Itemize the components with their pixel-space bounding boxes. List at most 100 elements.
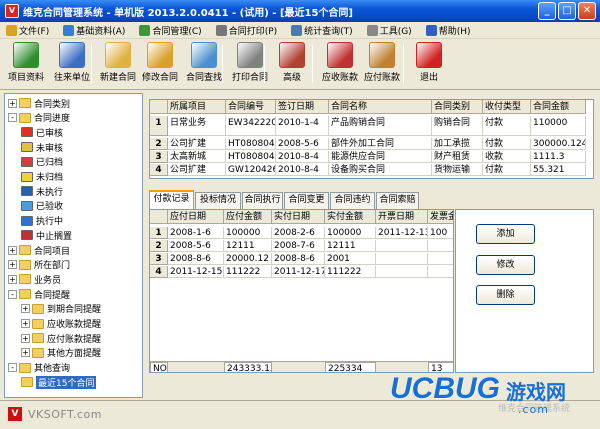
grid-cell[interactable]: 12111 (325, 240, 376, 252)
grid-cell[interactable]: 2008-8-6 (168, 253, 224, 265)
tab-2[interactable]: 合同执行 (242, 192, 283, 209)
grid-cell[interactable]: 2008-8-6 (272, 253, 325, 265)
tree-node[interactable]: + 合同类别 (8, 97, 70, 110)
tree-node[interactable]: + 其他方面提醒 (21, 347, 101, 359)
close-button[interactable]: ✕ (578, 2, 596, 20)
column-header[interactable]: 应付金额 (224, 210, 272, 224)
grid-cell[interactable]: 110000 (531, 116, 586, 136)
grid-cell[interactable]: 111222 (224, 266, 272, 278)
tree-node[interactable]: - 合同提醒 (8, 288, 70, 301)
menu-item-3[interactable]: 合同打印(P) (215, 24, 277, 37)
grid-cell[interactable]: GW12042601 (226, 164, 276, 176)
grid-cell[interactable]: 12111 (224, 240, 272, 252)
collapse-icon[interactable]: - (8, 113, 17, 123)
toolbar-button-3[interactable]: 修改合同 (136, 42, 184, 86)
grid-cell[interactable] (376, 253, 428, 265)
tree-node[interactable]: + 合同项目 (8, 244, 70, 257)
toolbar-button-5[interactable]: 打印合同 (226, 42, 274, 86)
toolbar-button-7[interactable]: 应收账款 (316, 42, 364, 86)
tree-node[interactable]: 未审核 (21, 141, 63, 154)
expand-icon[interactable]: + (21, 319, 30, 328)
column-header[interactable]: 实付日期 (272, 210, 325, 224)
tree-node[interactable]: + 应付账款提醒 (21, 332, 101, 345)
contracts-grid[interactable]: 所属项目 合同编号 签订日期 合同名称 合同类别 收付类型 合同金额 1 日常业务 EW34222… (149, 99, 594, 179)
column-header[interactable]: 所属项目 (168, 100, 226, 114)
toolbar-button-0[interactable]: 项目资料 (2, 42, 50, 86)
expand-icon[interactable]: + (21, 304, 30, 314)
maximize-button[interactable]: □ (558, 2, 576, 20)
column-header[interactable]: 合同类别 (432, 100, 483, 114)
menu-item-4[interactable]: 统计查询(T) (291, 24, 353, 37)
grid-cell[interactable] (376, 266, 428, 278)
tab-0[interactable]: 付款记录 (149, 190, 194, 209)
grid-cell[interactable]: 付款 (483, 138, 531, 150)
minimize-button[interactable]: _ (538, 2, 556, 20)
tree-node[interactable]: 未执行 (21, 185, 63, 198)
menu-item-2[interactable]: 合同管理(C) (139, 24, 202, 37)
grid-cell[interactable]: 部件外加工合同 (329, 138, 432, 150)
tree-node[interactable]: + 业务员 (8, 273, 61, 286)
tab-5[interactable]: 合同索赔 (376, 192, 419, 209)
grid-cell[interactable]: EW34222090 (226, 116, 276, 136)
grid-cell[interactable]: 2008-2-6 (272, 227, 325, 239)
column-header[interactable]: 应付日期 (168, 210, 224, 224)
grid-cell[interactable]: HT080804B (226, 151, 276, 163)
tree-node[interactable]: 最近15个合同 (21, 375, 97, 389)
collapse-icon[interactable]: - (8, 363, 17, 373)
menu-item-1[interactable]: 基础资料(A) (63, 24, 125, 37)
grid-cell[interactable]: HT080804A1 (226, 138, 276, 150)
tree-node[interactable]: 已归档 (21, 156, 63, 168)
grid-cell[interactable]: 付款 (483, 116, 531, 136)
grid-cell[interactable]: 财产租赁 (432, 151, 483, 163)
toolbar-button-6[interactable]: 高级 (268, 42, 316, 86)
grid-cell[interactable]: 收款 (483, 151, 531, 163)
grid-cell[interactable]: 100000 (325, 227, 376, 239)
grid-cell[interactable]: 2008-5-6 (276, 138, 329, 150)
column-header[interactable]: 开票日期 (376, 210, 428, 224)
column-header[interactable]: 合同名称 (329, 100, 432, 114)
expand-icon[interactable]: + (21, 348, 30, 358)
toolbar-button-4[interactable]: 合同查找 (180, 42, 228, 86)
grid-cell[interactable]: 货物运输 (432, 164, 483, 176)
tree-node[interactable]: + 所在部门 (8, 259, 70, 271)
grid-cell[interactable] (428, 253, 453, 265)
grid-cell[interactable]: 产品购销合同 (329, 116, 432, 136)
payments-grid[interactable]: 应付日期应付金额实付日期实付金额开票日期发票金12008-1-610000020… (149, 209, 454, 373)
expand-icon[interactable]: + (8, 274, 17, 284)
grid-cell[interactable]: 2008-1-6 (168, 227, 224, 239)
grid-cell[interactable]: 55.321 (531, 164, 586, 176)
grid-cell[interactable]: 公司扩建 (168, 164, 226, 176)
column-header[interactable]: 合同金额 (531, 100, 586, 114)
column-header[interactable]: 合同编号 (226, 100, 276, 114)
grid-cell[interactable]: 1111.3 (531, 151, 586, 163)
tree-node[interactable]: - 合同进度 (8, 112, 70, 124)
expand-icon[interactable]: + (8, 245, 17, 255)
grid-cell[interactable]: 日常业务 (168, 116, 226, 136)
tree-node[interactable]: - 其他查询 (8, 362, 70, 374)
tree-node[interactable]: + 到期合同提醒 (21, 303, 101, 315)
tree-node[interactable]: 执行中 (21, 215, 63, 227)
toolbar-button-8[interactable]: 应付账款 (358, 42, 406, 86)
grid-cell[interactable]: 100000 (224, 227, 272, 239)
menu-item-6[interactable]: 帮助(H) (425, 24, 470, 37)
toolbar-button-9[interactable]: 退出 (405, 42, 453, 86)
column-header[interactable]: 发票金 (428, 210, 453, 224)
toolbar-button-2[interactable]: 新建合同 (94, 42, 142, 86)
grid-cell[interactable]: 2008-7-6 (272, 240, 325, 252)
grid-cell[interactable]: 付款 (483, 164, 531, 176)
tree-node[interactable]: 中止搁置 (21, 229, 72, 242)
grid-cell[interactable]: 300000.124 (531, 138, 586, 150)
tree-node[interactable]: 已审核 (21, 126, 63, 139)
grid-cell[interactable]: 2011-12-13 (376, 227, 428, 239)
grid-cell[interactable]: 2010-8-4 (276, 164, 329, 176)
grid-cell[interactable]: 2011-12-15 (168, 266, 224, 278)
grid-cell[interactable]: 2010-8-4 (276, 151, 329, 163)
edit-button[interactable]: 修改 (476, 255, 535, 275)
grid-cell[interactable]: 2008-5-6 (168, 240, 224, 252)
add-button[interactable]: 添加 (476, 224, 535, 244)
expand-icon[interactable]: + (8, 260, 17, 270)
menu-item-5[interactable]: 工具(G) (366, 24, 412, 37)
column-header[interactable]: 实付金额 (325, 210, 376, 224)
collapse-icon[interactable]: - (8, 289, 17, 299)
tab-3[interactable]: 合同变更 (284, 192, 329, 209)
